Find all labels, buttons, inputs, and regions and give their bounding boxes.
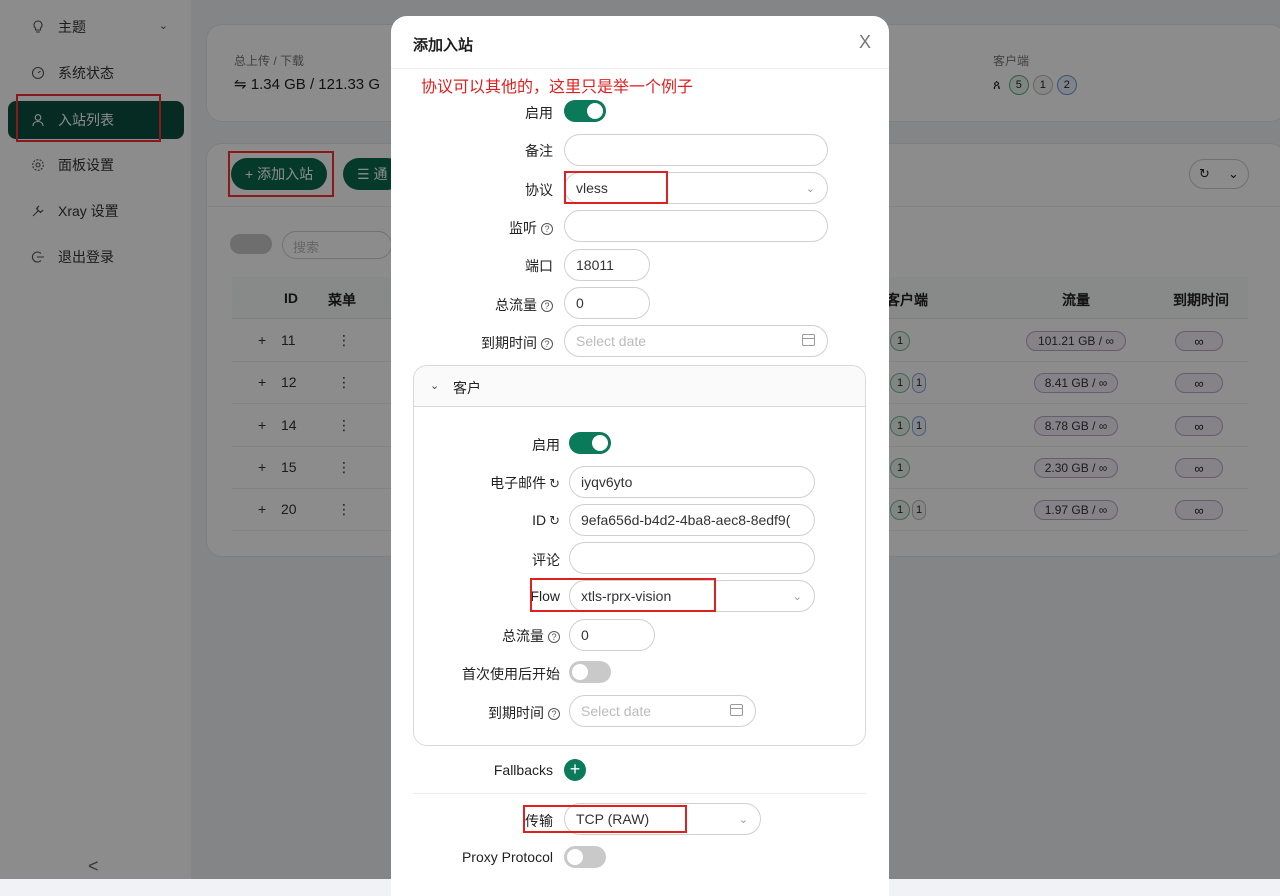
- comment-input[interactable]: [569, 542, 815, 574]
- expiry-date-picker[interactable]: Select date: [564, 325, 828, 357]
- expiry-label: 到期时间?: [451, 333, 553, 353]
- annotation-note: 协议可以其他的，这里只是举一个例子: [421, 79, 694, 96]
- modal-header: 添加入站 X: [391, 16, 889, 69]
- close-icon[interactable]: X: [859, 32, 871, 53]
- listen-input[interactable]: [564, 210, 828, 242]
- chevron-down-icon: ⌄: [792, 591, 802, 603]
- client-enable-label: 启用: [532, 437, 560, 453]
- port-input[interactable]: 18011: [564, 249, 650, 281]
- annotation-box: [16, 94, 161, 142]
- refresh-icon: ↻: [549, 476, 560, 491]
- chevron-down-icon: ⌄: [805, 183, 815, 195]
- remark-label: 备注: [525, 143, 553, 159]
- help-icon: ?: [541, 338, 553, 350]
- modal-title: 添加入站: [413, 37, 474, 54]
- help-icon: ?: [541, 300, 553, 312]
- client-section-header[interactable]: ⌄ 客户: [414, 366, 865, 407]
- annotation-box: [530, 578, 716, 612]
- client-section: ⌄ 客户 启用 电子邮件 ↻ iyqv6yto ID ↻ 9efa656d-b4d2…: [413, 365, 866, 746]
- proxy-protocol-switch[interactable]: [564, 846, 606, 868]
- client-id-input[interactable]: 9efa656d-b4d2-4ba8-aec8-8edf9(: [569, 504, 815, 536]
- refresh-icon: ↻: [549, 513, 560, 528]
- start-after-first-use-switch[interactable]: [569, 661, 611, 683]
- annotation-box: [523, 805, 687, 833]
- fallbacks-label: Fallbacks: [493, 762, 553, 778]
- comment-label: 评论: [532, 552, 560, 568]
- client-expiry-label: 到期时间?: [458, 703, 560, 723]
- client-total-traffic-label: 总流量?: [458, 626, 560, 646]
- client-expiry-placeholder: Select date: [581, 703, 652, 719]
- enable-label: 启用: [525, 105, 553, 121]
- annotation-box: [564, 171, 668, 204]
- annotation-box: [228, 151, 334, 197]
- chevron-down-icon: ⌄: [738, 814, 748, 826]
- divider: [413, 793, 866, 794]
- client-id-label: ID ↻: [532, 512, 560, 528]
- email-input[interactable]: iyqv6yto: [569, 466, 815, 498]
- calendar-icon: [730, 704, 743, 716]
- add-inbound-modal: 添加入站 X 协议可以其他的，这里只是举一个例子 启用 备注 协议 vless …: [391, 16, 889, 896]
- start-after-first-use-label: 首次使用后开始: [462, 666, 560, 682]
- enable-switch[interactable]: [564, 100, 606, 122]
- client-enable-switch[interactable]: [569, 432, 611, 454]
- protocol-label: 协议: [525, 182, 553, 198]
- client-expiry-date-picker[interactable]: Select date: [569, 695, 756, 727]
- proxy-protocol-label: Proxy Protocol: [461, 849, 553, 865]
- help-icon: ?: [541, 223, 553, 235]
- client-section-title: 客户: [453, 380, 481, 396]
- help-icon: ?: [548, 708, 560, 720]
- help-icon: ?: [548, 631, 560, 643]
- client-total-traffic-input[interactable]: 0: [569, 619, 655, 651]
- port-label: 端口: [525, 258, 553, 274]
- calendar-icon: [802, 334, 815, 346]
- listen-label: 监听?: [451, 218, 553, 238]
- chevron-down-icon: ⌄: [430, 380, 440, 392]
- remark-input[interactable]: [564, 134, 828, 166]
- email-label: 电子邮件 ↻: [490, 475, 560, 491]
- add-fallback-button[interactable]: +: [564, 759, 586, 781]
- total-traffic-label: 总流量?: [451, 295, 553, 315]
- expiry-placeholder: Select date: [576, 333, 647, 349]
- total-traffic-input[interactable]: 0: [564, 287, 650, 319]
